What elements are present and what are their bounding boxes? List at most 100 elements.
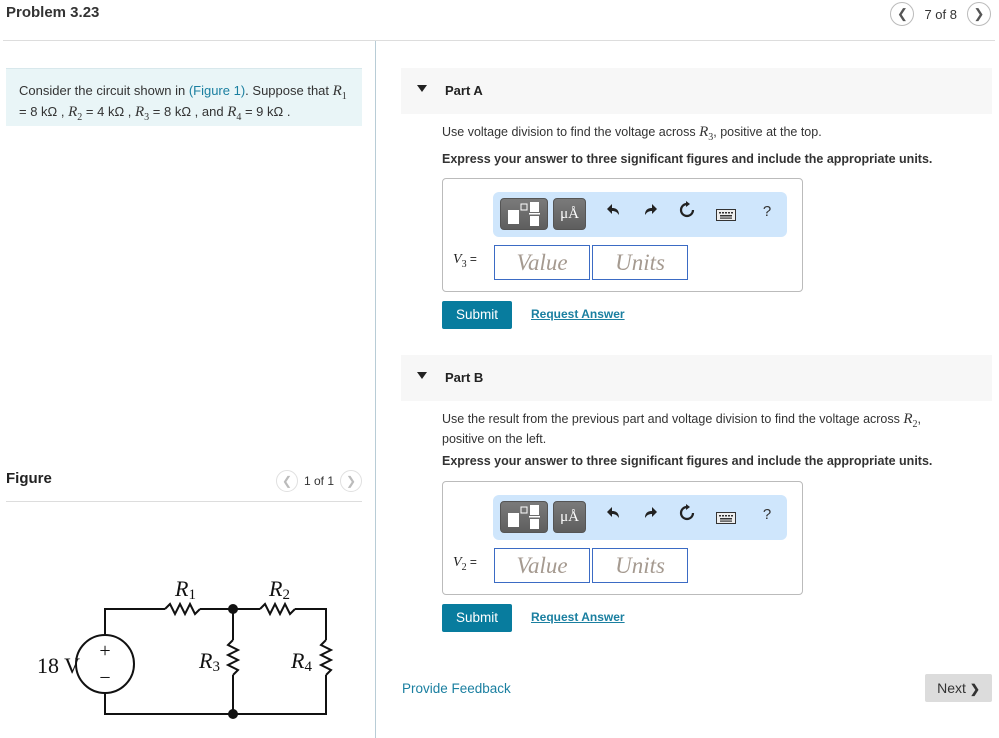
problem-pager: ❮ 7 of 8 ❯ (890, 2, 991, 26)
r3-subscript: 3 (212, 659, 220, 675)
r2-label: R2 (268, 576, 290, 603)
source-label: 18 V (37, 653, 80, 678)
keyboard-icon[interactable] (715, 509, 737, 529)
r-letter: R (903, 411, 913, 427)
pager-text: 7 of 8 (924, 6, 957, 22)
v2-label: V2 = (453, 555, 477, 573)
equals-sign: = (466, 252, 477, 266)
header-divider (3, 40, 995, 41)
r4-letter: R (227, 104, 237, 120)
part-a-express: Express your answer to three significant… (442, 152, 933, 166)
chevron-left-icon: ❮ (281, 474, 292, 488)
r1-letter: R (332, 83, 342, 99)
part-b-submit-button[interactable]: Submit (442, 604, 512, 632)
next-figure-button[interactable]: ❯ (340, 470, 362, 492)
prev-figure-button[interactable]: ❮ (275, 470, 298, 492)
math-toolbar: μÅ ? (493, 192, 787, 237)
figure-link[interactable]: (Figure 1) (189, 83, 245, 98)
instruction-text: , positive at the top. (713, 125, 822, 139)
figure-title: Figure (6, 470, 52, 487)
r3-label: R3 (198, 648, 220, 675)
help-button[interactable]: ? (756, 506, 778, 523)
figure-pager: ❮ 1 of 1 ❯ (275, 470, 362, 492)
part-a-instruction: Use voltage division to find the voltage… (442, 125, 822, 145)
part-a-submit-button[interactable]: Submit (442, 301, 512, 329)
templates-button[interactable] (500, 198, 548, 230)
r2-letter: R (68, 104, 78, 120)
r4-letter: R (290, 648, 305, 673)
instruction-text: Use voltage division to find the voltage… (442, 125, 700, 139)
resistor-r3 (225, 639, 241, 676)
next-problem-button[interactable]: ❯ (967, 2, 991, 26)
r3-letter: R (198, 648, 213, 673)
r2-symbol: R2 (68, 104, 82, 124)
units-input[interactable]: Units (592, 245, 688, 280)
units-button[interactable]: μÅ (553, 198, 586, 230)
r4-subscript: 4 (304, 659, 312, 675)
wire-r4-bottom (233, 675, 327, 715)
column-divider (375, 41, 376, 738)
templates-icon (508, 505, 540, 529)
v-letter: V (453, 555, 462, 570)
r3-symbol: R3 (699, 124, 713, 144)
r1-subscript: 1 (188, 587, 196, 603)
redo-icon[interactable] (639, 202, 661, 223)
redo-icon[interactable] (639, 505, 661, 526)
reset-icon[interactable] (676, 503, 698, 529)
part-b-header[interactable]: Part B (401, 355, 992, 401)
wire-bottom (104, 696, 233, 715)
math-toolbar: μÅ ? (493, 495, 787, 540)
r1-label: R1 (174, 576, 196, 603)
instruction-text: positive on the left. (442, 432, 547, 446)
part-a-header[interactable]: Part A (401, 68, 992, 114)
undo-icon[interactable] (603, 505, 625, 526)
undo-icon[interactable] (603, 202, 625, 223)
collapse-triangle-icon (417, 372, 427, 379)
chevron-right-icon: ❯ (973, 6, 985, 21)
circuit-diagram: + − 18 V R1 R2 R3 R4 (37, 576, 334, 719)
figure-pager-text: 1 of 1 (303, 474, 334, 488)
value-input[interactable]: Value (494, 548, 590, 583)
chevron-right-icon: ❯ (345, 474, 357, 488)
r1-symbol: R1 (332, 83, 347, 103)
v-letter: V (453, 252, 462, 267)
part-b-label: Part B (445, 370, 484, 385)
help-button[interactable]: ? (756, 203, 778, 220)
part-a-answer-box: μÅ ? V3 = Value Units (442, 178, 803, 292)
problem-title: Problem 3.23 (6, 4, 100, 21)
templates-button[interactable] (500, 501, 548, 533)
units-input[interactable]: Units (592, 548, 688, 583)
value-input[interactable]: Value (494, 245, 590, 280)
figure-header: Figure ❮ 1 of 1 ❯ (6, 468, 362, 502)
part-a-request-answer-link[interactable]: Request Answer (531, 307, 625, 321)
provide-feedback-link[interactable]: Provide Feedback (402, 681, 511, 696)
node-top (228, 604, 238, 614)
instruction-text: Use the result from the previous part an… (442, 412, 904, 426)
r2-letter: R (268, 576, 283, 601)
units-button[interactable]: μÅ (553, 501, 586, 533)
part-b-answer-box: μÅ ? V2 = Value Units (442, 481, 803, 595)
r4-symbol: R4 (227, 104, 241, 124)
intro-text: . Suppose that (245, 83, 333, 98)
chevron-left-icon: ❮ (897, 6, 908, 21)
v3-label: V3 = (453, 252, 477, 270)
part-b-request-answer-link[interactable]: Request Answer (531, 610, 625, 624)
resistor-r1 (164, 601, 201, 617)
keyboard-icon[interactable] (715, 206, 737, 226)
templates-icon (508, 202, 540, 226)
wire-source-top (104, 608, 165, 612)
r3-value: = 8 kΩ , and (149, 104, 228, 119)
source-minus-sign: − (99, 667, 110, 689)
source-plus-sign: + (99, 640, 110, 662)
prev-problem-button[interactable]: ❮ (890, 2, 915, 26)
r1-value: = 8 kΩ , (19, 104, 69, 119)
part-a-label: Part A (445, 83, 483, 98)
r2-symbol: R2 (903, 411, 917, 431)
resistor-r2 (259, 601, 296, 617)
problem-intro: Consider the circuit shown in (Figure 1)… (6, 68, 362, 126)
intro-text: Consider the circuit shown in (19, 83, 189, 98)
next-button[interactable]: Next ❯ (925, 674, 992, 702)
reset-icon[interactable] (676, 200, 698, 226)
next-label: Next (937, 680, 966, 696)
r2-subscript: 2 (282, 587, 290, 603)
